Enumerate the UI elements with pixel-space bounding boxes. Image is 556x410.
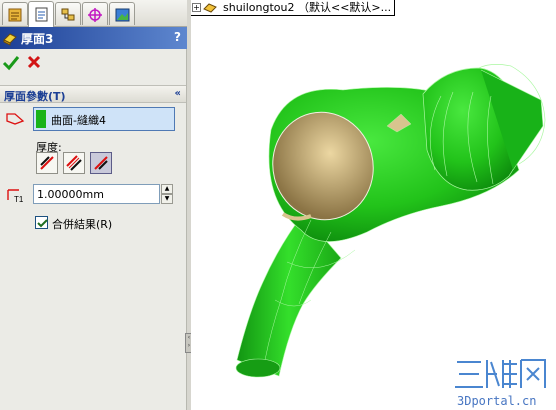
feature-tree-icon [8,8,22,22]
thicken-side2-button[interactable] [90,152,112,174]
3dportal-logo-icon [455,359,546,388]
tab-dimxpert[interactable] [82,2,108,25]
thickness-t1-icon: T1 [7,189,24,204]
selection-color-swatch [36,110,46,128]
merge-result-label[interactable]: 合併結果(R) [52,216,112,232]
svg-text:T1: T1 [14,195,24,204]
thicken-parameters-group-header[interactable]: 厚面參數(T) « [0,85,186,103]
checkmark-icon[interactable] [2,54,20,72]
feature-tree-flyout[interactable]: + shuilongtou2 （默认<<默认>... [191,0,396,16]
tab-property-manager[interactable] [28,1,54,27]
faucet-model[interactable] [191,0,556,410]
thicken-feature-icon [3,33,17,46]
thicken-side2-icon [94,156,108,170]
property-manager-icon [35,7,48,22]
thicken-both-icon [66,155,82,171]
spin-up-button[interactable]: ▲ [161,184,173,194]
selected-surface[interactable]: 曲面-縫織4 [51,112,106,128]
watermark-url: 3Dportal.cn [457,394,537,408]
crosshair-icon [88,8,102,22]
tab-feature-manager[interactable] [2,2,28,25]
spin-down-button[interactable]: ▼ [161,194,173,204]
help-button[interactable]: ? [174,30,181,44]
action-bar [0,52,187,74]
panel-title-bar: 厚面3 ? [0,27,187,49]
thicken-side1-button[interactable] [36,152,58,174]
thickness-input[interactable]: 1.00000mm [33,184,160,204]
checkbox-box[interactable] [35,216,48,229]
thicken-side1-icon [40,156,54,170]
panel-title: 厚面3 [21,32,54,46]
expand-icon[interactable]: + [192,3,201,12]
thicken-both-sides-button[interactable] [63,152,85,174]
part-name[interactable]: shuilongtou2 （默认<<默认>... [223,1,391,14]
property-manager-panel: 厚面3 ? 厚面參數(T) « 曲面-縫織4 厚度: T1 1.00000mm … [0,0,187,410]
part-icon [203,3,217,13]
surface-selection-icon [6,113,25,125]
display-icon [115,8,130,22]
thickness-value[interactable]: 1.00000mm [37,188,104,201]
tab-configuration-manager[interactable] [55,2,81,25]
manager-tabs [0,0,187,27]
watermark-logo: 3Dportal.cn [453,356,548,408]
collapse-chevron-icon[interactable]: « [175,88,181,99]
x-icon[interactable] [26,54,42,70]
graphics-viewport[interactable]: + shuilongtou2 （默认<<默认>... 3Dportal.cn [191,0,556,410]
check-icon [37,219,48,228]
tab-display-manager[interactable] [109,2,135,25]
group-title: 厚面參數(T) [4,90,66,103]
surface-selection-list[interactable]: 曲面-縫織4 [33,107,175,131]
configuration-icon [61,8,75,21]
